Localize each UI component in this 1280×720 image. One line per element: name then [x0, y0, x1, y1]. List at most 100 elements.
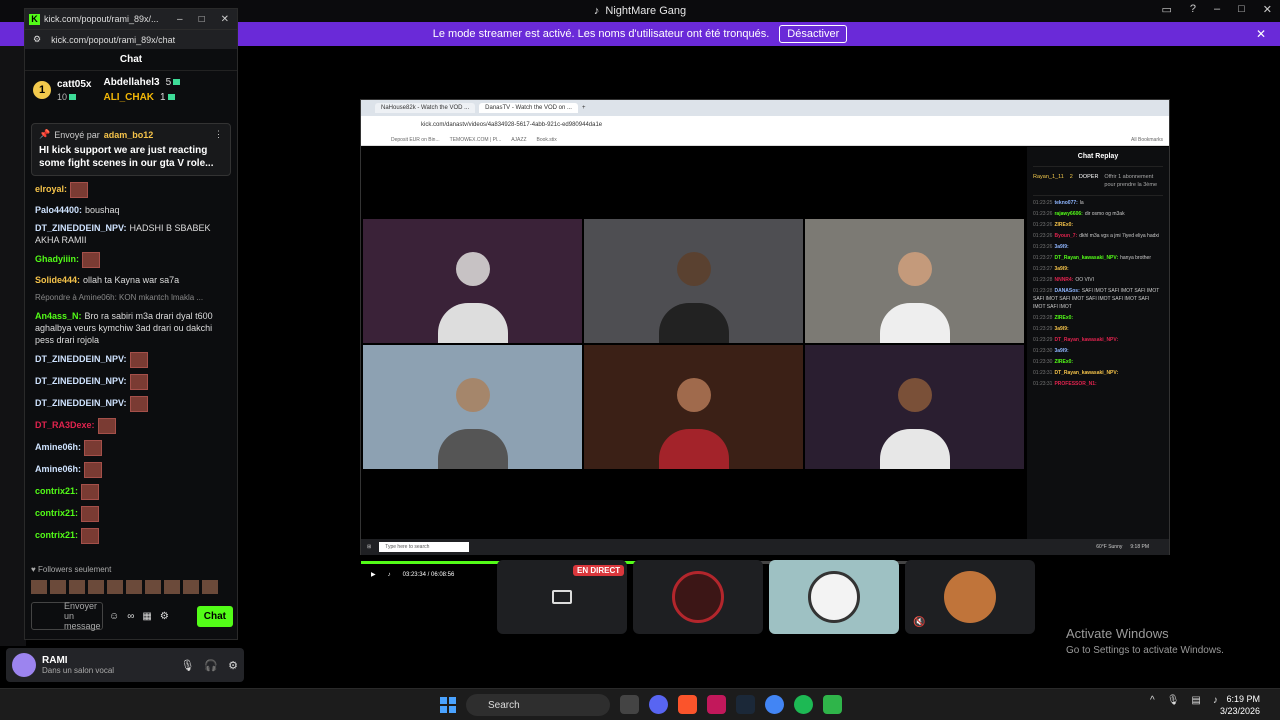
browser-tab-active[interactable]: DanasTV - Watch the VOD on ...: [479, 103, 578, 113]
inbox-icon[interactable]: ▭: [1161, 3, 1171, 16]
settings-icon[interactable]: ⚙: [228, 659, 238, 672]
close-banner-icon[interactable]: ✕: [1256, 27, 1266, 41]
video-player[interactable]: ▶ ♪ 03:23:34 / 06:08:56 ▣ ▭ ▤ ⛶ ◎ ⚙: [361, 147, 1026, 579]
headphones-icon[interactable]: 🎧: [204, 659, 218, 672]
browser-url[interactable]: kick.com/danastv/videos/4a834928-5617-4a…: [361, 116, 1169, 134]
close-button[interactable]: ✕: [1263, 3, 1272, 16]
chat-username[interactable]: Palo44400:: [35, 205, 82, 215]
replay-user[interactable]: DANASos:: [1054, 288, 1079, 294]
replay-user[interactable]: ZIREx0:: [1054, 222, 1073, 228]
voice-tile-stream[interactable]: EN DIRECT: [497, 560, 627, 634]
brave-icon[interactable]: [678, 695, 697, 714]
emote[interactable]: [183, 580, 199, 594]
emote[interactable]: [145, 580, 161, 594]
chat-username[interactable]: Ghadyiiin:: [35, 254, 79, 264]
chat-username[interactable]: contrix21:: [35, 530, 78, 540]
taskbar-search[interactable]: Search: [466, 694, 610, 716]
chat-username[interactable]: DT_RA3Dexe:: [35, 420, 95, 430]
maximize-button[interactable]: □: [199, 14, 205, 25]
replay-user[interactable]: 3a9l9:: [1054, 326, 1068, 332]
maximize-button[interactable]: □: [1238, 3, 1245, 16]
chat-username[interactable]: Amine06h:: [35, 464, 81, 474]
emoji-icon[interactable]: ☺: [109, 611, 119, 622]
replay-user[interactable]: ZIREx0:: [1054, 315, 1073, 321]
start-icon[interactable]: [440, 697, 456, 713]
leader-name[interactable]: Abdellahel3: [103, 77, 159, 88]
replay-user[interactable]: PROFESSOR_N1:: [1054, 381, 1096, 387]
replay-user[interactable]: 3a9l9:: [1054, 348, 1068, 354]
chat-username[interactable]: Solide444:: [35, 275, 80, 285]
chrome-icon[interactable]: [765, 695, 784, 714]
play-icon[interactable]: ▶: [371, 571, 376, 578]
chat-username[interactable]: contrix21:: [35, 508, 78, 518]
volume-icon[interactable]: ♪: [388, 572, 391, 578]
more-icon[interactable]: ⋮: [214, 129, 223, 140]
app-icon[interactable]: [707, 695, 726, 714]
replay-user[interactable]: 3a9l9:: [1054, 266, 1068, 272]
spotify-icon[interactable]: [794, 695, 813, 714]
browser-tab[interactable]: NaHouse82k - Watch the VOD ...: [375, 103, 476, 113]
new-tab-icon[interactable]: +: [582, 105, 586, 111]
voice-tile[interactable]: 🔇: [905, 560, 1035, 634]
emote[interactable]: [107, 580, 123, 594]
bookmark[interactable]: Book.stix: [537, 137, 557, 143]
store-icon[interactable]: ▦: [142, 611, 151, 622]
voice-tile[interactable]: [769, 560, 899, 634]
emote[interactable]: [88, 580, 104, 594]
chat-input[interactable]: Envoyer un message: [31, 601, 103, 631]
emote[interactable]: [126, 580, 142, 594]
emote[interactable]: [31, 580, 47, 594]
chat-username[interactable]: DT_ZINEDDEIN_NPV:: [35, 398, 127, 408]
chat-username[interactable]: elroyal:: [35, 184, 67, 194]
pinned-user[interactable]: adam_bo12: [104, 130, 154, 140]
stream-view[interactable]: NaHouse82k - Watch the VOD ... DanasTV -…: [360, 99, 1170, 579]
send-chat-button[interactable]: Chat: [196, 605, 233, 627]
taskbar-clock[interactable]: 6:19 PM 3/23/2026: [1220, 693, 1260, 717]
replay-user[interactable]: ZIREx0:: [1054, 359, 1073, 365]
bookmark[interactable]: AJAZZ: [511, 137, 526, 143]
replay-user[interactable]: DT_Rayan_kawasaki_NPV:: [1054, 370, 1118, 376]
replay-user[interactable]: NNNR4:: [1054, 277, 1073, 283]
link-icon[interactable]: ∞: [127, 611, 134, 622]
bookmark[interactable]: TEMOWEX.COM | Pl...: [450, 137, 502, 143]
network-icon[interactable]: ▤: [1191, 695, 1200, 706]
minimize-button[interactable]: –: [177, 14, 183, 25]
kick-app-icon[interactable]: [823, 695, 842, 714]
mic-icon[interactable]: 🎙: [1167, 695, 1180, 706]
pinned-message[interactable]: 📌 Envoyé par adam_bo12 ⋮ HI kick support…: [31, 123, 231, 176]
chat-username[interactable]: An4ass_N:: [35, 311, 82, 321]
file-explorer-icon[interactable]: [620, 695, 639, 714]
minimize-button[interactable]: –: [1214, 3, 1220, 16]
all-bookmarks[interactable]: All Bookmarks: [1131, 137, 1169, 143]
replay-user[interactable]: 3a9l9:: [1054, 244, 1068, 250]
chat-username[interactable]: contrix21:: [35, 486, 78, 496]
chat-username[interactable]: DT_ZINEDDEIN_NPV:: [35, 223, 127, 233]
steam-icon[interactable]: [736, 695, 755, 714]
emote[interactable]: [164, 580, 180, 594]
chevron-up-icon[interactable]: ^: [1150, 695, 1155, 706]
replay-user[interactable]: DT_Rayan_kawasaki_NPV:: [1054, 255, 1118, 261]
avatar[interactable]: [12, 653, 36, 677]
popout-url[interactable]: kick.com/popout/rami_89x/chat: [51, 35, 175, 45]
leader-name[interactable]: ALI_CHAK: [103, 92, 154, 103]
replay-user[interactable]: Byoun_7:: [1054, 233, 1077, 239]
site-info-icon[interactable]: ⚙: [33, 34, 41, 45]
settings-icon[interactable]: ⚙: [160, 611, 169, 622]
chat-username[interactable]: Amine06h:: [35, 442, 81, 452]
bookmark[interactable]: Deposit EUR on Bin...: [391, 137, 440, 143]
emote[interactable]: [69, 580, 85, 594]
disable-streamer-mode-button[interactable]: Désactiver: [779, 25, 848, 43]
voice-tile[interactable]: [633, 560, 763, 634]
replay-user[interactable]: rajawy6606:: [1054, 211, 1082, 217]
emote[interactable]: [50, 580, 66, 594]
volume-icon[interactable]: ♪: [1213, 695, 1218, 706]
chat-username[interactable]: DT_ZINEDDEIN_NPV:: [35, 354, 127, 364]
replay-user[interactable]: DT_Rayan_kawasaki_NPV:: [1054, 337, 1118, 343]
emote[interactable]: [202, 580, 218, 594]
microphone-icon[interactable]: 🎙: [180, 659, 194, 672]
close-button[interactable]: ✕: [221, 14, 229, 25]
leader-name[interactable]: catt05x: [57, 79, 91, 90]
help-icon[interactable]: ?: [1190, 3, 1196, 16]
chat-username[interactable]: DT_ZINEDDEIN_NPV:: [35, 376, 127, 386]
discord-icon[interactable]: [649, 695, 668, 714]
